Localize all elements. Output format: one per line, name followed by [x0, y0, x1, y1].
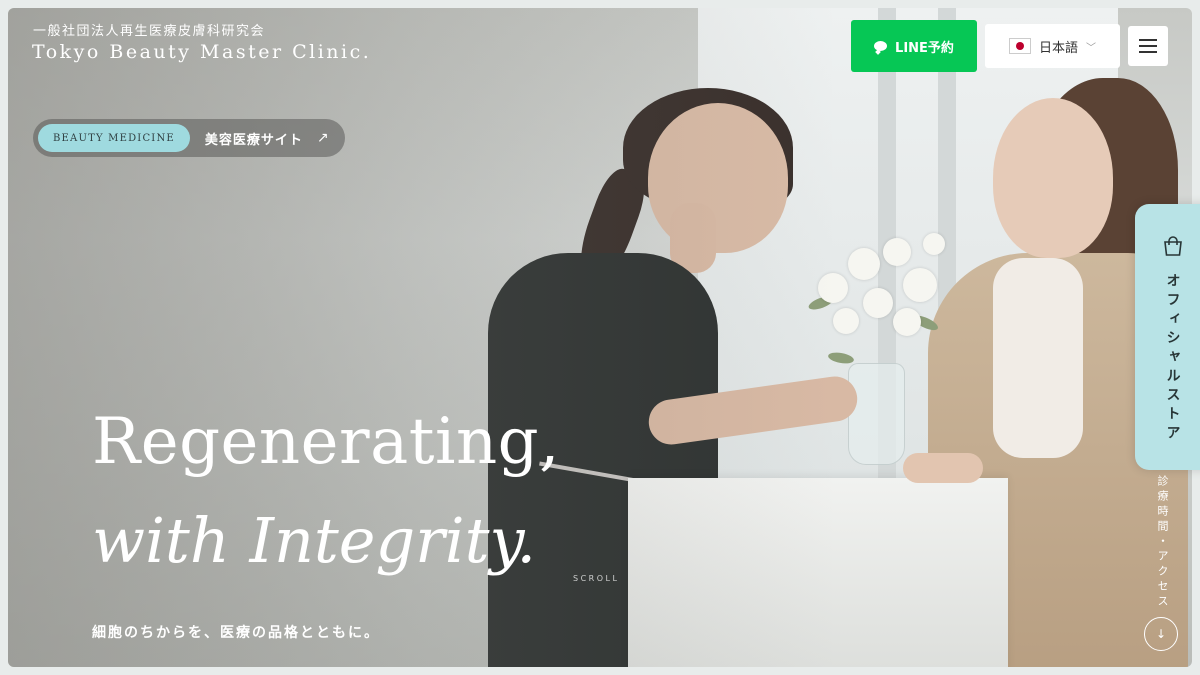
beauty-medicine-tag: BEAUTY MEDICINE	[38, 124, 190, 152]
organization-name: 一般社団法人再生医療皮膚科研究会	[33, 24, 266, 39]
line-reservation-label: LINE予約	[895, 40, 954, 56]
hamburger-menu-icon	[1139, 51, 1157, 53]
official-store-tab[interactable]: オフィシャルストア	[1135, 204, 1200, 470]
official-store-label: オフィシャルストア	[1164, 273, 1181, 444]
chevron-down-icon: ﹀	[1086, 42, 1096, 54]
beauty-site-label: 美容医療サイト	[204, 132, 303, 148]
clinic-logo-text[interactable]: Tokyo Beauty Master Clinic.	[32, 41, 371, 63]
hamburger-menu-icon	[1139, 39, 1157, 41]
hamburger-menu-icon	[1139, 45, 1157, 47]
arrow-up-right-icon: ↗	[316, 130, 329, 146]
line-chat-icon	[874, 41, 888, 51]
scroll-indicator-label: SCROLL	[573, 574, 620, 583]
hero-headline-line1: Regenerating,	[92, 405, 560, 479]
japan-flag-icon	[1008, 38, 1031, 54]
hours-access-link[interactable]: 診療時間・アクセス	[1154, 475, 1170, 610]
language-label: 日本語	[1038, 40, 1078, 56]
shopping-bag-icon	[1163, 236, 1182, 256]
scroll-down-button[interactable]: ↓	[1144, 617, 1178, 651]
line-reservation-button[interactable]: LINE予約	[851, 20, 977, 72]
language-selector[interactable]: 日本語 ﹀	[985, 24, 1120, 68]
hamburger-menu-button[interactable]	[1128, 26, 1168, 66]
beauty-medicine-link[interactable]: BEAUTY MEDICINE 美容医療サイト ↗	[33, 119, 345, 157]
hero-tagline: 細胞のちからを、医療の品格とともに。	[92, 625, 380, 641]
hero-headline-line2: with Integrity.	[92, 504, 537, 577]
